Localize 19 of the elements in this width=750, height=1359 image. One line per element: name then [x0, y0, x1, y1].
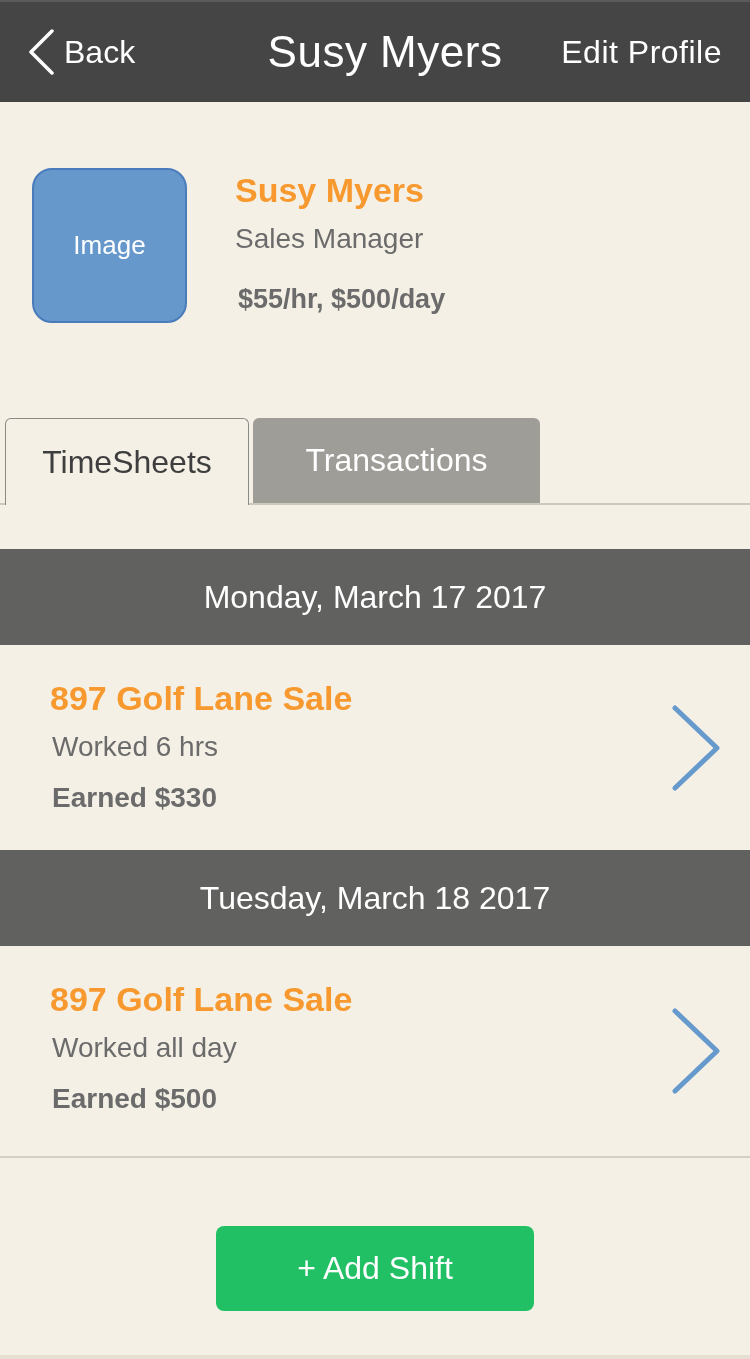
back-button[interactable]: Back: [28, 29, 136, 75]
entry-title: 897 Golf Lane Sale: [50, 678, 353, 718]
edit-profile-link[interactable]: Edit Profile: [561, 33, 722, 71]
tab[interactable]: TimeSheets: [5, 418, 249, 505]
nav-title: Susy Myers: [266, 27, 503, 77]
entry-title: 897 Golf Lane Sale: [50, 978, 353, 1019]
entry-earned: Earned $500: [51, 1081, 218, 1116]
profile-rates: $55/hr, $500/day: [237, 283, 446, 316]
chevron-right-icon[interactable]: [672, 704, 720, 791]
image-label: Image: [73, 230, 146, 261]
profile-name: Susy Myers: [235, 170, 425, 211]
entry-earned: Earned $330: [51, 781, 218, 815]
chevron-right-icon[interactable]: [672, 1008, 720, 1094]
entry-worked: Worked 6 hrs: [51, 730, 219, 764]
chevron-left-icon: [28, 29, 54, 75]
profile-role: Sales Manager: [235, 222, 425, 256]
date-header: Tuesday, March 18 2017: [0, 850, 750, 946]
date-header: Monday, March 17 2017: [0, 549, 750, 645]
entry-worked: Worked all day: [51, 1030, 238, 1065]
